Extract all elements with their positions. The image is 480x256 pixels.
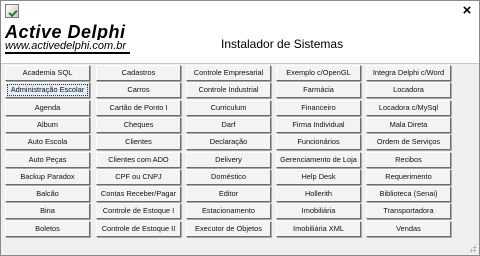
system-button[interactable]: Biblioteca (Senai)	[366, 186, 451, 202]
title-bar: ×	[1, 1, 479, 21]
system-button[interactable]: Declaração	[186, 134, 271, 150]
system-button[interactable]: Boletos	[5, 221, 90, 237]
system-button[interactable]: Hollerith	[276, 186, 361, 202]
system-button[interactable]: Transportadora	[366, 203, 451, 219]
system-button[interactable]: Backup Paradox	[5, 169, 90, 185]
system-button[interactable]: Album	[5, 117, 90, 133]
system-button[interactable]: Administração Escolar	[5, 82, 90, 98]
system-button[interactable]: Financeiro	[276, 100, 361, 116]
system-button[interactable]: Auto Escola	[5, 134, 90, 150]
system-button[interactable]: Help Desk	[276, 169, 361, 185]
system-button[interactable]: Agenda	[5, 100, 90, 116]
system-button[interactable]: Curriculum	[186, 100, 271, 116]
page-title: Instalador de Sistemas	[221, 37, 344, 51]
system-button[interactable]: Executor de Objetos	[186, 221, 271, 237]
system-button[interactable]: Imobiliária XML	[276, 221, 361, 237]
system-button[interactable]: Farmácia	[276, 82, 361, 98]
installer-window: × Active Delphi www.activedelphi.com.br …	[0, 0, 480, 256]
system-button[interactable]: Mala Direta	[366, 117, 451, 133]
system-button[interactable]: Recibos	[366, 152, 451, 168]
system-button[interactable]: Clientes com ADO	[96, 152, 181, 168]
system-button[interactable]: Vendas	[366, 221, 451, 237]
system-button[interactable]: Controle Industrial	[186, 82, 271, 98]
system-button[interactable]: Carros	[96, 82, 181, 98]
system-button[interactable]: Imobiliária	[276, 203, 361, 219]
logo-url: www.activedelphi.com.br	[5, 40, 131, 54]
close-icon[interactable]: ×	[459, 3, 475, 19]
system-button[interactable]: Locadora c/MySql	[366, 100, 451, 116]
system-button[interactable]: Contas Receber/Pagar	[96, 186, 181, 202]
system-button[interactable]: Auto Peças	[5, 152, 90, 168]
system-button[interactable]: Ordem de Serviços	[366, 134, 451, 150]
system-button[interactable]: Requerimento	[366, 169, 451, 185]
header-banner: Active Delphi www.activedelphi.com.br In…	[1, 21, 479, 64]
resize-grip-icon[interactable]	[467, 243, 477, 253]
systems-button-grid: Academia SQL Administração Escolar Agenda A…	[5, 65, 475, 241]
system-button[interactable]: Exemplo c/OpenGL	[276, 65, 361, 81]
app-icon	[5, 4, 19, 18]
system-button[interactable]: Delivery	[186, 152, 271, 168]
system-button[interactable]: Doméstico	[186, 169, 271, 185]
system-button[interactable]: Cheques	[96, 117, 181, 133]
system-button[interactable]: Controle de Estoque I	[96, 203, 181, 219]
system-button[interactable]: Academia SQL	[5, 65, 90, 81]
system-button[interactable]: Integra Delphi c/Word	[366, 65, 451, 81]
system-button[interactable]: Controle Empresarial	[186, 65, 271, 81]
system-button[interactable]: Balcão	[5, 186, 90, 202]
system-button[interactable]: Controle de Estoque II	[96, 221, 181, 237]
system-button[interactable]: Cadastros	[96, 65, 181, 81]
system-button[interactable]: Funcionários	[276, 134, 361, 150]
system-button[interactable]: Bina	[5, 203, 90, 219]
system-button[interactable]: CPF ou CNPJ	[96, 169, 181, 185]
system-button[interactable]: Darf	[186, 117, 271, 133]
system-button[interactable]: Locadora	[366, 82, 451, 98]
system-button[interactable]: Cartão de Ponto I	[96, 100, 181, 116]
system-button[interactable]: Gerenciamento de Loja	[276, 152, 361, 168]
system-button[interactable]: Editor	[186, 186, 271, 202]
system-button[interactable]: Clientes	[96, 134, 181, 150]
system-button[interactable]: Estacionamento	[186, 203, 271, 219]
system-button[interactable]: Firma Individual	[276, 117, 361, 133]
